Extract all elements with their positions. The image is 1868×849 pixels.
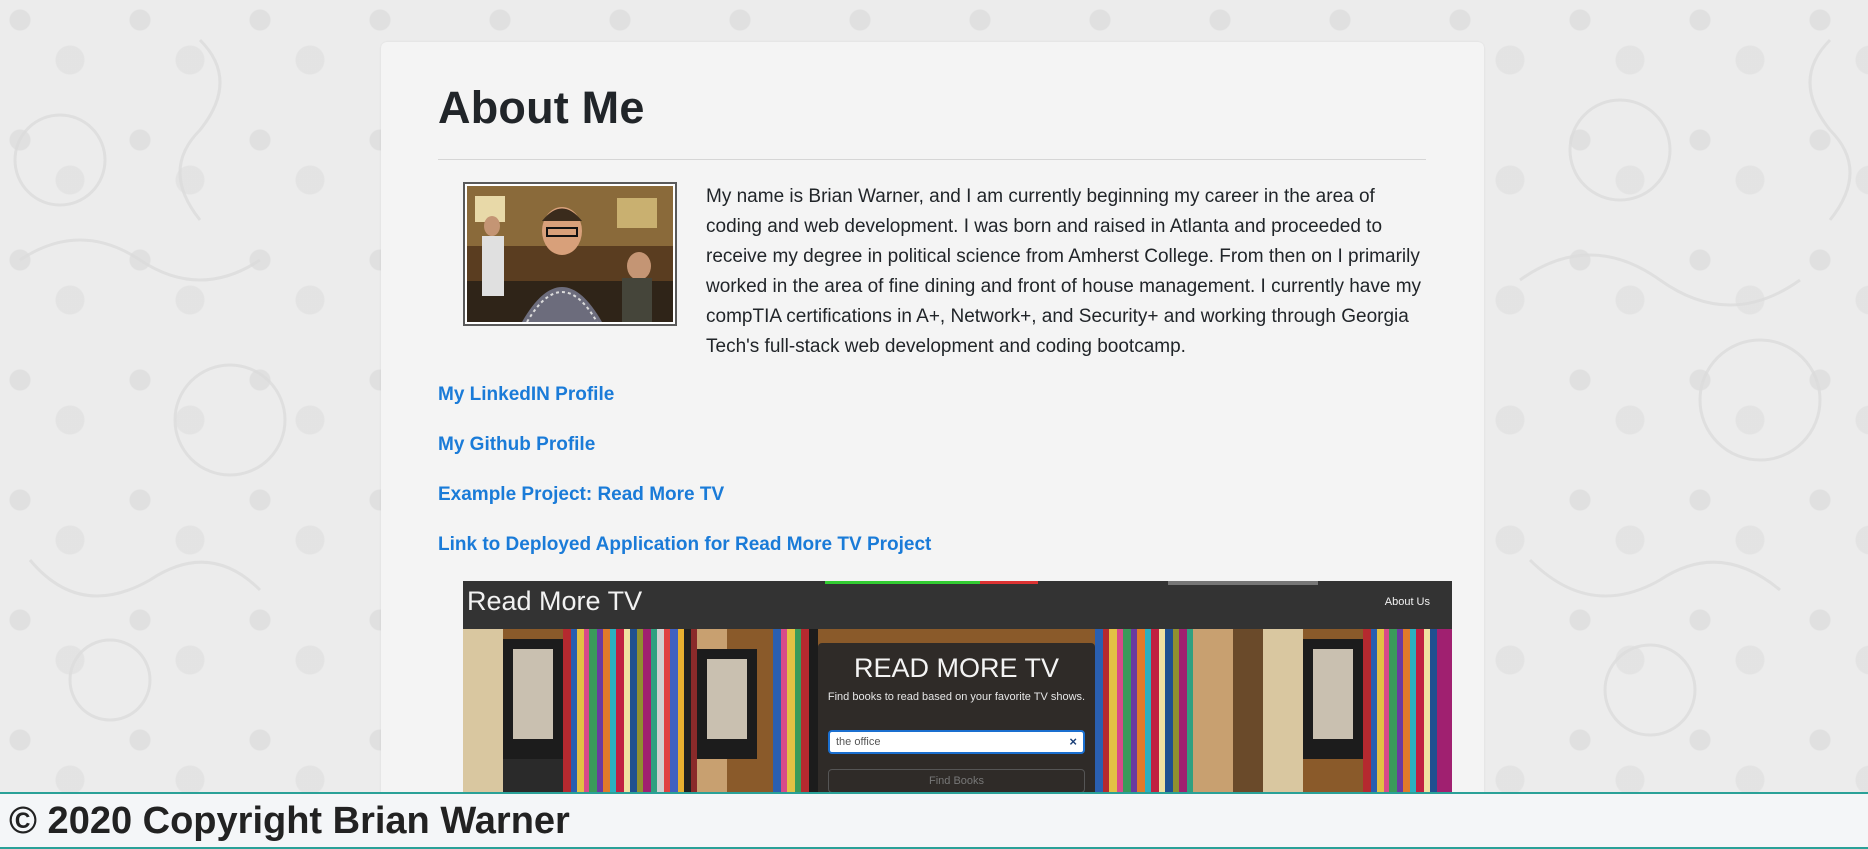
- screenshot-about-us-link: About Us: [1384, 596, 1430, 608]
- about-card: About Me My name is Brian Warner, and I …: [381, 42, 1484, 802]
- screenshot-green-bar: [825, 581, 980, 584]
- linkedin-profile-link[interactable]: My LinkedIN Profile: [438, 384, 614, 406]
- project-screenshot: Read More TV About Us READ MORE TV Find …: [463, 581, 1452, 802]
- screenshot-hero-title: READ MORE TV: [853, 653, 1060, 683]
- page-title: About Me: [438, 82, 645, 133]
- github-profile-link[interactable]: My Github Profile: [438, 434, 595, 456]
- screenshot-hero-subtitle: Find books to read based on your favorit…: [827, 691, 1086, 703]
- example-project-link[interactable]: Example Project: Read More TV: [438, 484, 724, 506]
- copyright-text: © 2020 Copyright Brian Warner: [9, 800, 570, 842]
- profile-photo: [463, 182, 677, 326]
- close-icon: ×: [1069, 734, 1077, 749]
- screenshot-red-bar: [980, 581, 1038, 584]
- screenshot-brand: Read More TV: [467, 586, 643, 616]
- footer: © 2020 Copyright Brian Warner: [0, 792, 1868, 849]
- screenshot-search-value: the office: [836, 736, 881, 748]
- screenshot-grey-tag: [1168, 581, 1318, 585]
- screenshot-search-input: the office ×: [828, 730, 1085, 754]
- screenshot-search-panel: READ MORE TV Find books to read based on…: [818, 643, 1095, 802]
- bio-paragraph: My name is Brian Warner, and I am curren…: [706, 186, 1422, 357]
- screenshot-find-books-button: Find Books: [828, 769, 1085, 793]
- title-divider: [438, 159, 1426, 160]
- screenshot-navbar: Read More TV About Us: [463, 581, 1452, 629]
- deployed-application-link[interactable]: Link to Deployed Application for Read Mo…: [438, 534, 931, 556]
